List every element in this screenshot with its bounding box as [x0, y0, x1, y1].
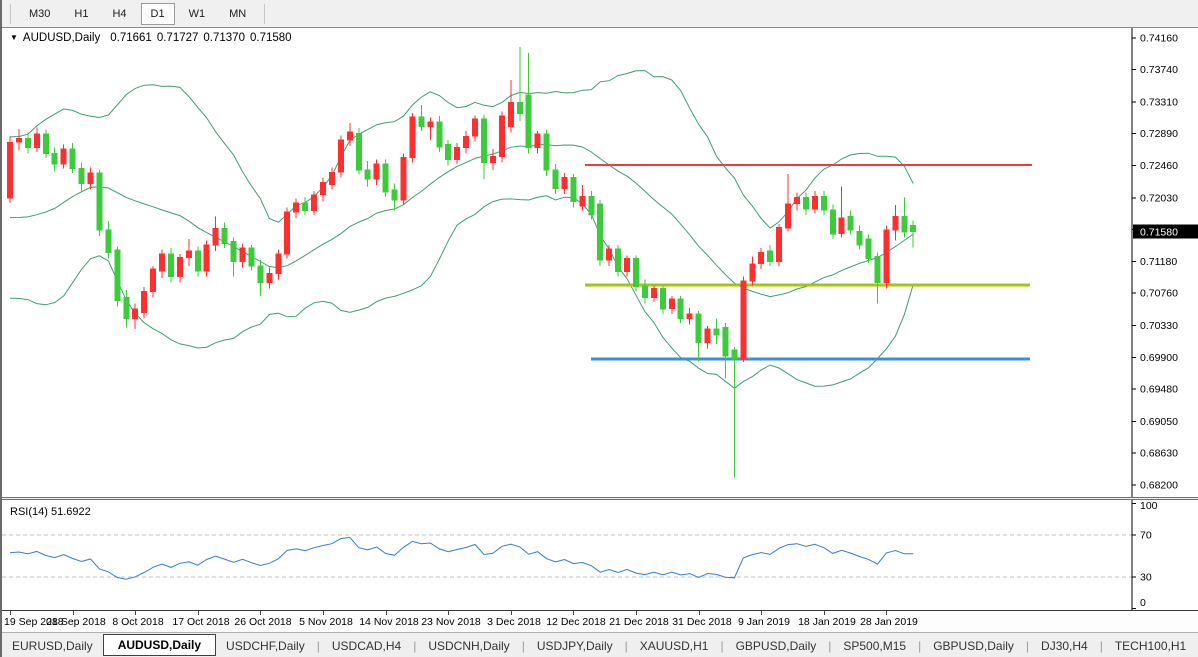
- candles: [8, 47, 916, 478]
- toolbar-separator: [264, 4, 265, 24]
- date-label: 23 Nov 2018: [415, 616, 487, 628]
- timeframe-toolbar: M30H1H4D1W1MN: [2, 0, 1198, 28]
- date-tick: [73, 611, 74, 615]
- date-tick: [135, 611, 136, 615]
- svg-text:0.70760: 0.70760: [1140, 288, 1178, 300]
- quote-close: 0.71580: [250, 32, 292, 44]
- svg-text:0.69900: 0.69900: [1140, 352, 1178, 364]
- quote-open: 0.71661: [110, 32, 152, 44]
- chart-tab-usdcad-h4[interactable]: USDCAD,H4: [322, 636, 411, 656]
- rsi-indicator-panel[interactable]: 100 70 30 0: [2, 500, 1198, 610]
- date-tick: [761, 611, 762, 615]
- date-tick: [636, 611, 637, 615]
- toolbar-separator: [10, 4, 11, 24]
- tab-separator: |: [317, 639, 320, 653]
- tab-separator: |: [1026, 639, 1029, 653]
- svg-text:0.74160: 0.74160: [1140, 33, 1178, 45]
- date-axis[interactable]: 19 Sep 201828 Sep 20188 Oct 201817 Oct 2…: [2, 610, 1198, 633]
- quote-low: 0.71370: [203, 32, 245, 44]
- date-tick: [699, 611, 700, 615]
- chart-tab-sp500-m15[interactable]: SP500,M15: [833, 636, 916, 656]
- date-tick: [386, 611, 387, 615]
- date-tick: [448, 611, 449, 615]
- date-label: 12 Dec 2018: [540, 616, 612, 628]
- date-label: 5 Nov 2018: [290, 616, 362, 628]
- chart-tab-usdcnh-daily[interactable]: USDCNH,Daily: [418, 636, 519, 656]
- price-axis[interactable]: 0.74160 0.73740 0.73310 0.72890 0.72460 0.720…: [1132, 28, 1178, 498]
- svg-text:0.72890: 0.72890: [1140, 128, 1178, 140]
- svg-text:0.73310: 0.73310: [1140, 96, 1178, 108]
- date-tick: [573, 611, 574, 615]
- chart-tab-usdchf-daily[interactable]: USDCHF,Daily: [216, 636, 315, 656]
- chart-symbol-label: AUDUSD,Daily: [23, 32, 100, 44]
- date-tick: [323, 611, 324, 615]
- trading-platform-window: M30H1H4D1W1MN 0.74160 0.73740 0.73310 0.728…: [0, 0, 1198, 657]
- date-tick: [824, 611, 825, 615]
- main-price-chart[interactable]: 0.74160 0.73740 0.73310 0.72890 0.72460 0.720…: [2, 28, 1198, 498]
- svg-text:0.71580: 0.71580: [1140, 227, 1178, 239]
- tab-separator: |: [413, 639, 416, 653]
- chart-tab-dj30-h4[interactable]: DJ30,H4: [1031, 636, 1098, 656]
- rsi-axis[interactable]: 100 70 30 0: [1132, 500, 1158, 610]
- timeframe-button-h4[interactable]: H4: [102, 3, 136, 25]
- svg-text:0.69480: 0.69480: [1140, 384, 1178, 396]
- svg-text:100: 100: [1140, 500, 1158, 512]
- rsi-level-lines: [2, 535, 1132, 577]
- timeframe-button-mn[interactable]: MN: [219, 3, 256, 25]
- date-tick: [886, 611, 887, 615]
- tab-separator: |: [1100, 639, 1103, 653]
- date-label: 9 Jan 2019: [728, 616, 800, 628]
- svg-text:30: 30: [1140, 572, 1152, 584]
- date-tick: [511, 611, 512, 615]
- rsi-line: [10, 537, 913, 579]
- tab-separator: |: [522, 639, 525, 653]
- tab-separator: |: [918, 639, 921, 653]
- date-tick: [10, 611, 11, 615]
- chart-tab-gbpusd-daily[interactable]: GBPUSD,Daily: [726, 636, 827, 656]
- timeframe-button-h1[interactable]: H1: [64, 3, 98, 25]
- timeframe-button-d1[interactable]: D1: [141, 3, 175, 25]
- svg-text:0.73740: 0.73740: [1140, 64, 1178, 76]
- svg-text:0.72460: 0.72460: [1140, 160, 1178, 172]
- tab-separator: |: [828, 639, 831, 653]
- tab-separator: |: [625, 639, 628, 653]
- svg-text:0.69050: 0.69050: [1140, 416, 1178, 428]
- svg-text:0.68630: 0.68630: [1140, 447, 1178, 459]
- chart-dropdown-icon[interactable]: ▼: [10, 33, 18, 42]
- rsi-indicator-label: RSI(14) 51.6922: [10, 506, 91, 518]
- current-price-tag: 0.71580: [1133, 225, 1198, 239]
- chart-tab-usdjpy-daily[interactable]: USDJPY,Daily: [527, 636, 623, 656]
- date-label: 8 Oct 2018: [102, 616, 174, 628]
- timeframe-button-m30[interactable]: M30: [19, 3, 60, 25]
- svg-text:0: 0: [1140, 597, 1146, 609]
- svg-text:0.70330: 0.70330: [1140, 320, 1178, 332]
- svg-text:0.68200: 0.68200: [1140, 480, 1178, 492]
- quote-high: 0.71727: [157, 32, 199, 44]
- tab-separator: |: [720, 639, 723, 653]
- date-label: 21 Dec 2018: [603, 616, 675, 628]
- date-tick: [198, 611, 199, 615]
- chart-tab-bar: EURUSD,DailyAUDUSD,DailyUSDCHF,Daily|USD…: [2, 632, 1198, 657]
- timeframe-button-w1[interactable]: W1: [179, 3, 216, 25]
- date-tick: [260, 611, 261, 615]
- date-label: 26 Oct 2018: [227, 616, 299, 628]
- svg-text:0.71180: 0.71180: [1140, 256, 1177, 268]
- chart-tab-audusd-daily[interactable]: AUDUSD,Daily: [103, 634, 216, 656]
- chart-tab-xauusd-h1[interactable]: XAUUSD,H1: [630, 636, 719, 656]
- chart-tab-tech100-h1[interactable]: TECH100,H1: [1105, 636, 1196, 656]
- horizontal-level-lines[interactable]: [585, 165, 1032, 359]
- chart-title: ▼ AUDUSD,Daily 0.71661 0.71727 0.71370 0.7158…: [10, 32, 297, 44]
- svg-text:0.72030: 0.72030: [1140, 192, 1178, 204]
- date-label: 28 Jan 2019: [853, 616, 925, 628]
- chart-tab-eurusd-daily[interactable]: EURUSD,Daily: [2, 636, 103, 656]
- svg-text:70: 70: [1140, 530, 1152, 542]
- chart-tab-gbpusd-daily[interactable]: GBPUSD,Daily: [923, 636, 1024, 656]
